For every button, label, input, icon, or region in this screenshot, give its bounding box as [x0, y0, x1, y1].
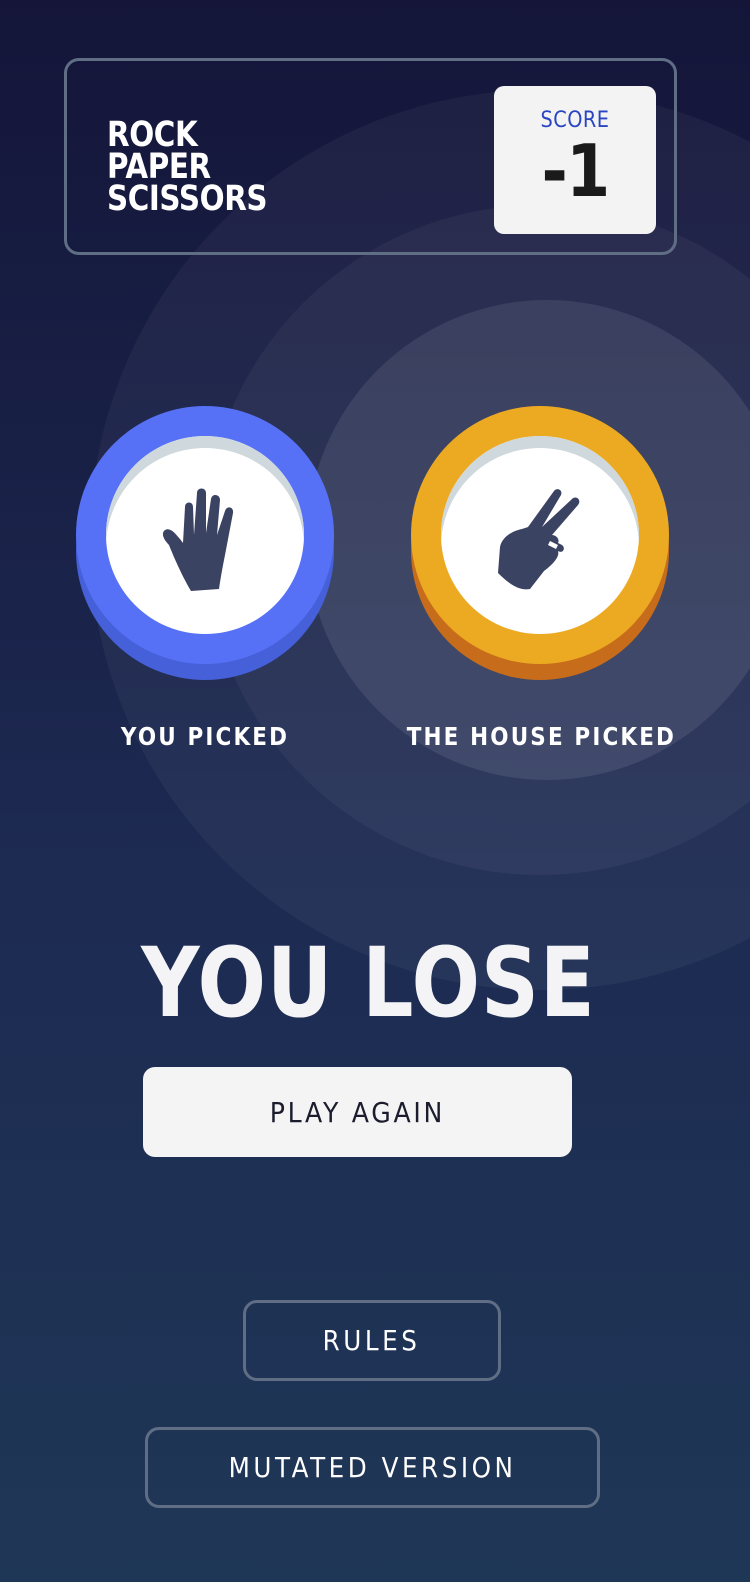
- paper-token-inner: [106, 436, 304, 634]
- result-heading: YOU LOSE: [141, 927, 596, 1039]
- mutated-version-button-label: MUTATED VERSION: [228, 1451, 517, 1484]
- paper-hand-icon: [162, 488, 234, 591]
- play-again-button[interactable]: PLAY AGAIN: [143, 1067, 572, 1157]
- logo-line-scissors: SCISSORS: [107, 179, 268, 219]
- game-page: ROCK PAPER SCISSORS SCORE -1 YOU PICKED …: [0, 0, 750, 1582]
- play-again-label: PLAY AGAIN: [269, 1095, 446, 1129]
- you-picked-label: YOU PICKED: [120, 722, 290, 751]
- score-box: SCORE -1: [494, 86, 656, 234]
- paper-token-face: [76, 406, 334, 664]
- mutated-version-button[interactable]: MUTATED VERSION: [145, 1427, 600, 1508]
- scissors-token-face: [411, 406, 669, 664]
- house-picked-label: THE HOUSE PICKED: [406, 722, 677, 751]
- house-pick-scissors-token: [411, 406, 669, 678]
- player-pick-paper-token: [76, 406, 334, 678]
- scissors-hand-icon: [498, 489, 580, 590]
- game-logo: ROCK PAPER SCISSORS: [107, 118, 268, 219]
- scoreboard-header: ROCK PAPER SCISSORS SCORE -1: [64, 58, 677, 255]
- scissors-token-inner: [441, 436, 639, 634]
- rules-button-label: RULES: [323, 1324, 421, 1357]
- rules-button[interactable]: RULES: [243, 1300, 501, 1381]
- score-value: -1: [541, 129, 611, 213]
